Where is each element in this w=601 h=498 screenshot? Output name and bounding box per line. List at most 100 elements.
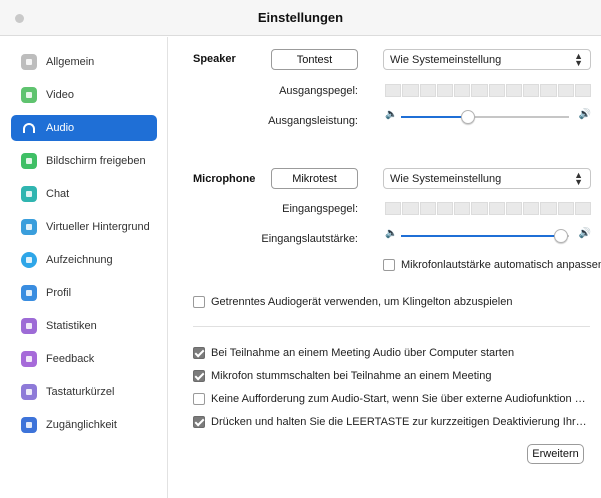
meter-segment xyxy=(436,84,453,97)
meter-segment xyxy=(523,84,540,97)
checkbox-label: Bei Teilnahme an einem Meeting Audio übe… xyxy=(211,347,515,359)
output-level-label: Ausgangspegel: xyxy=(279,85,358,97)
input-volume-label: Eingangslautstärke: xyxy=(261,233,358,245)
sidebar-item-label: Zugänglichkeit xyxy=(46,419,117,431)
microphone-heading: Microphone xyxy=(193,173,256,185)
sidebar-item-profil[interactable]: Profil xyxy=(11,280,157,306)
sidebar: Allgemein Video Audio Bildschirm freigeb… xyxy=(0,37,168,498)
auto-adjust-mic-checkbox[interactable]: Mikrofonlautstärke automatisch anpassen xyxy=(383,259,601,271)
sidebar-item-audio[interactable]: Audio xyxy=(11,115,157,141)
microphone-test-button[interactable]: Mikrotest xyxy=(271,168,358,189)
option-spacebar-unmute[interactable]: Drücken und halten Sie die LEERTASTE zur… xyxy=(193,416,591,428)
speaker-high-icon: 🔊 xyxy=(578,109,591,120)
slider-knob[interactable] xyxy=(461,110,476,124)
meter-segment xyxy=(436,202,453,215)
meter-segment xyxy=(488,202,505,215)
output-level-meter xyxy=(385,84,591,97)
meter-segment xyxy=(471,84,488,97)
recording-icon xyxy=(21,252,37,268)
section-divider xyxy=(193,326,590,327)
sidebar-item-label: Video xyxy=(46,89,74,101)
sidebar-item-label: Feedback xyxy=(46,353,95,365)
input-level-label: Eingangspegel: xyxy=(282,203,358,215)
keyboard-icon xyxy=(21,384,37,400)
speaker-test-button[interactable]: Tontest xyxy=(271,49,358,70)
sidebar-item-feedback[interactable]: Feedback xyxy=(11,346,157,372)
sidebar-item-label: Aufzeichnung xyxy=(46,254,113,266)
meter-segment xyxy=(454,84,471,97)
checkbox-label: Mikrofon stummschalten bei Teilnahme an … xyxy=(211,370,492,382)
chevron-updown-icon: ▲ ▼ xyxy=(574,51,583,68)
option-no-audio-prompt[interactable]: Keine Aufforderung zum Audio-Start, wenn… xyxy=(193,393,591,405)
input-volume-slider[interactable]: 🔈 🔊 xyxy=(385,228,591,244)
meter-segment xyxy=(557,84,574,97)
virtual-background-icon xyxy=(21,219,37,235)
meter-segment xyxy=(402,202,419,215)
checkbox-box[interactable] xyxy=(193,347,205,359)
option-mute-on-join[interactable]: Mikrofon stummschalten bei Teilnahme an … xyxy=(193,370,591,382)
speaker-device-value: Wie Systemeinstellung xyxy=(390,53,502,66)
slider-knob[interactable] xyxy=(553,229,568,243)
meter-segment xyxy=(385,84,402,97)
sidebar-item-video[interactable]: Video xyxy=(11,82,157,108)
speaker-high-icon: 🔊 xyxy=(578,228,591,239)
profile-icon xyxy=(21,285,37,301)
sidebar-item-statistiken[interactable]: Statistiken xyxy=(11,313,157,339)
slider-fill xyxy=(401,235,561,237)
checkbox-label: Keine Aufforderung zum Audio-Start, wenn… xyxy=(211,393,591,405)
sidebar-item-chat[interactable]: Chat xyxy=(11,181,157,207)
meter-segment xyxy=(540,84,557,97)
sidebar-item-label: Profil xyxy=(46,287,72,299)
checkbox-box[interactable] xyxy=(383,259,395,271)
checkbox-box[interactable] xyxy=(193,393,205,405)
slider-fill xyxy=(401,116,469,118)
speaker-heading: Speaker xyxy=(193,53,236,65)
window-title: Einstellungen xyxy=(257,10,344,25)
sidebar-item-label: Chat xyxy=(46,188,70,200)
video-camera-icon xyxy=(21,87,37,103)
meter-segment xyxy=(540,202,557,215)
speaker-low-icon: 🔈 xyxy=(385,109,398,120)
share-screen-icon xyxy=(21,153,37,169)
checkbox-label: Mikrofonlautstärke automatisch anpassen xyxy=(401,259,601,271)
meter-segment xyxy=(419,84,436,97)
input-level-meter xyxy=(385,202,591,215)
checkbox-box[interactable] xyxy=(193,370,205,382)
chevron-updown-icon: ▲ ▼ xyxy=(574,170,583,187)
sidebar-item-tastaturkuerzel[interactable]: Tastaturkürzel xyxy=(11,379,157,405)
title-bar: Einstellungen xyxy=(0,0,601,36)
sidebar-item-bildschirm-freigeben[interactable]: Bildschirm freigeben xyxy=(11,148,157,174)
sidebar-item-virtueller-hintergrund[interactable]: Virtueller Hintergrund xyxy=(11,214,157,240)
checkbox-box[interactable] xyxy=(193,296,205,308)
sidebar-item-zugaenglichkeit[interactable]: Zugänglichkeit xyxy=(11,412,157,438)
meter-segment xyxy=(574,202,591,215)
separate-audio-device-checkbox[interactable]: Getrenntes Audiogerät verwenden, um Klin… xyxy=(193,296,512,308)
meter-segment xyxy=(488,84,505,97)
headphones-icon xyxy=(21,120,37,136)
microphone-device-value: Wie Systemeinstellung xyxy=(390,172,502,185)
output-volume-label: Ausgangsleistung: xyxy=(268,115,358,127)
sidebar-item-label: Bildschirm freigeben xyxy=(46,155,146,167)
checkbox-label: Getrenntes Audiogerät verwenden, um Klin… xyxy=(211,296,513,308)
statistics-icon xyxy=(21,318,37,334)
speaker-device-select[interactable]: Wie Systemeinstellung ▲ ▼ xyxy=(383,49,591,70)
option-join-audio-computer[interactable]: Bei Teilnahme an einem Meeting Audio übe… xyxy=(193,347,591,359)
meter-segment xyxy=(454,202,471,215)
sidebar-item-label: Tastaturkürzel xyxy=(46,386,115,398)
meter-segment xyxy=(505,84,522,97)
microphone-device-select[interactable]: Wie Systemeinstellung ▲ ▼ xyxy=(383,168,591,189)
sidebar-item-allgemein[interactable]: Allgemein xyxy=(11,49,157,75)
meter-segment xyxy=(402,84,419,97)
meter-segment xyxy=(523,202,540,215)
output-volume-slider[interactable]: 🔈 🔊 xyxy=(385,109,591,125)
meter-segment xyxy=(419,202,436,215)
meter-segment xyxy=(574,84,591,97)
checkbox-box[interactable] xyxy=(193,416,205,428)
checkbox-label: Drücken und halten Sie die LEERTASTE zur… xyxy=(211,416,591,428)
accessibility-icon xyxy=(21,417,37,433)
sidebar-item-aufzeichnung[interactable]: Aufzeichnung xyxy=(11,247,157,273)
advanced-button[interactable]: Erweitern xyxy=(527,444,584,464)
sidebar-item-label: Allgemein xyxy=(46,56,95,68)
meter-segment xyxy=(557,202,574,215)
meter-segment xyxy=(505,202,522,215)
